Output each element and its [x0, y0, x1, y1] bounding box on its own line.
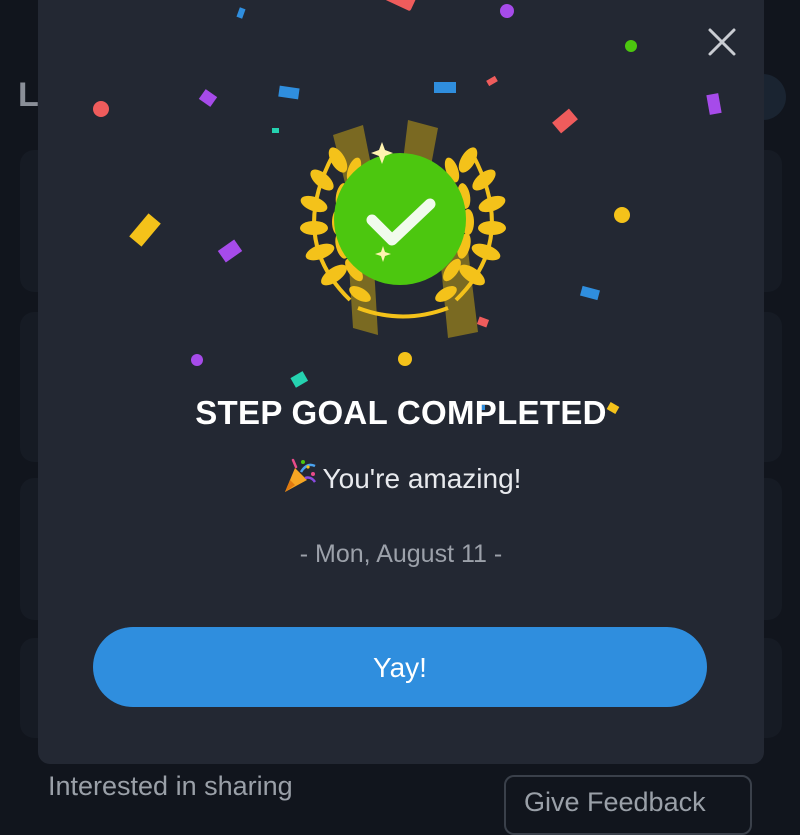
page-title-initial: L: [18, 76, 39, 114]
give-feedback-button: Give Feedback: [504, 775, 752, 835]
congrats-text: You're amazing!: [322, 463, 522, 494]
sharing-prompt-text: Interested in sharing: [48, 771, 293, 801]
yay-button[interactable]: Yay!: [93, 627, 707, 707]
close-icon[interactable]: [702, 22, 742, 62]
check-laurel-icon: [300, 120, 506, 338]
goal-completed-title: STEP GOAL COMPLETED: [195, 394, 607, 431]
goal-completed-modal: STEP GOAL COMPLETED You're amazing! - Mo…: [38, 0, 764, 764]
party-popper-icon: [284, 458, 316, 492]
congrats-message: You're amazing!: [38, 458, 764, 495]
goal-date: - Mon, August 11 -: [299, 540, 503, 568]
